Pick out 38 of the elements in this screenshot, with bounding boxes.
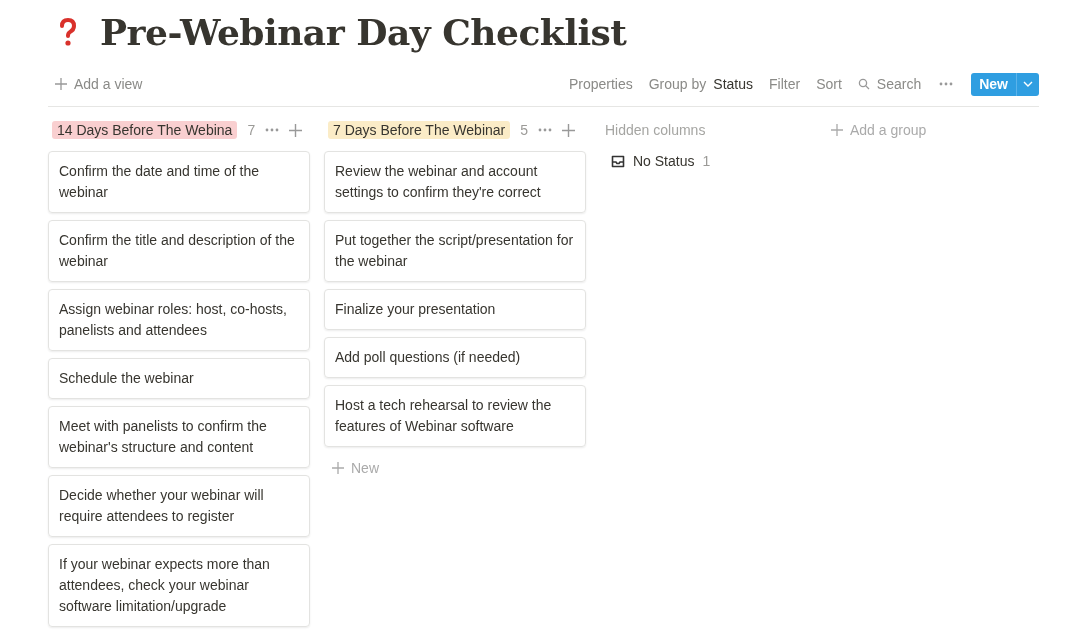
task-card[interactable]: Review the webinar and account settings to confirm they're correct [324, 151, 586, 213]
task-card[interactable]: Meet with panelists to confirm the webinar's structure and content [48, 406, 310, 468]
hidden-group-label[interactable]: No Status [633, 153, 695, 169]
group-label: 14 Days Before The Webina [52, 121, 238, 139]
group-by-button[interactable]: Group by Status [648, 76, 754, 92]
inbox-icon [611, 154, 625, 168]
task-card[interactable]: Add poll questions (if needed) [324, 337, 586, 378]
task-card[interactable]: Host a tech rehearsal to review the features of Webinar software [324, 385, 586, 447]
more-icon[interactable] [538, 128, 553, 132]
card-count: 1 [702, 153, 711, 169]
task-card[interactable]: Finalize your presentation [324, 289, 586, 330]
question-icon [58, 17, 78, 47]
group-label: 7 Days Before The Webinar [328, 121, 511, 139]
plus-icon[interactable] [562, 123, 576, 137]
plus-icon [55, 78, 67, 90]
toolbar-button[interactable]: Properties [568, 76, 633, 92]
toolbar-button[interactable]: Filter [769, 76, 801, 92]
plus-icon[interactable] [289, 123, 303, 137]
task-card[interactable]: Confirm the date and time of the webinar [48, 151, 310, 213]
more-icon[interactable] [265, 128, 280, 132]
card-count: 7 [247, 122, 256, 138]
task-card[interactable]: Schedule the webinar [48, 358, 310, 399]
page-title: Pre-Webinar Day Checklist [100, 11, 627, 53]
toolbar-button[interactable]: Sort [816, 76, 842, 92]
search-button[interactable]: Search [857, 76, 922, 92]
hidden-columns-heading: Hidden columns [605, 121, 707, 140]
add-view-button[interactable]: Add a view [48, 76, 143, 92]
plus-icon [831, 124, 843, 136]
task-card[interactable]: Confirm the title and description of the webinar [48, 220, 310, 282]
search-icon [857, 78, 870, 90]
plus-icon [332, 462, 344, 474]
more-icon[interactable] [939, 82, 954, 86]
card-count: 5 [520, 122, 529, 138]
task-card[interactable]: Put together the script/presentation for the webinar [324, 220, 586, 282]
task-card[interactable]: Assign webinar roles: host, co-hosts, panelists and attendees [48, 289, 310, 351]
task-card[interactable]: Decide whether your webinar will require attendees to register [48, 475, 310, 537]
chevron-down-icon[interactable] [1023, 81, 1033, 87]
task-card[interactable]: If your webinar expects more than attendees, check your webinar software limitation/upgrade [48, 544, 310, 627]
